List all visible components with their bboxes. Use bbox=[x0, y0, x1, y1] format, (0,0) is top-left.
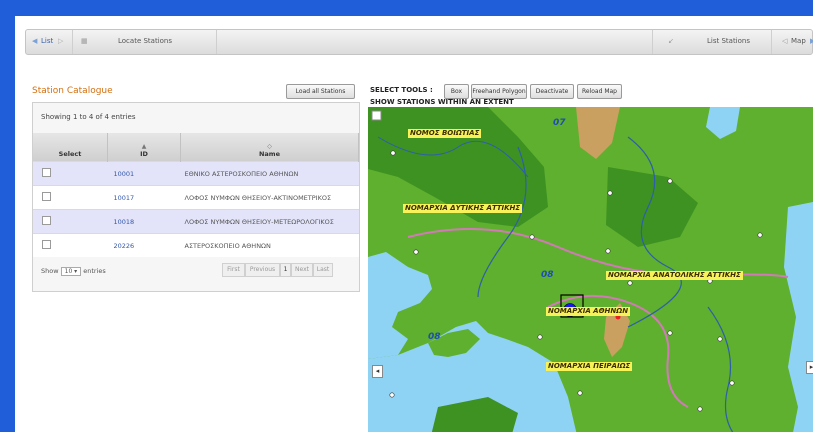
show-label: Show bbox=[41, 267, 59, 275]
column-header-name-label: Name bbox=[258, 150, 280, 158]
station-dot[interactable] bbox=[757, 232, 763, 238]
map-label-athinon: ΝΟΜΑΡΧΙΑ ΑΘΗΝΩΝ bbox=[546, 307, 631, 316]
map-label-peiraios: ΝΟΜΑΡΧΙΑ ΠΕΙΡΑΙΩΣ bbox=[546, 362, 633, 371]
column-header-select-label: Select bbox=[58, 150, 82, 158]
column-header-id[interactable]: ▲ ID bbox=[107, 133, 181, 162]
back-arrow-icon[interactable]: ◀ bbox=[32, 37, 37, 45]
tab-list[interactable]: List bbox=[41, 37, 53, 45]
station-dot[interactable] bbox=[389, 392, 395, 398]
station-dot[interactable] bbox=[577, 390, 583, 396]
map-view[interactable]: ΝΟΜΟΣ ΒΟΙΩΤΙΑΣ ΝΟΜΑΡΧΙΑ ΔΥΤΙΚΗΣ ΑΤΤΙΚΗΣ … bbox=[368, 107, 813, 432]
reload-map-button[interactable]: Reload Map bbox=[577, 84, 622, 99]
map-label-boiotia: ΝΟΜΟΣ ΒΟΙΩΤΙΑΣ bbox=[408, 129, 482, 138]
table-row[interactable]: 10018 ΛΟΦΟΣ ΝΥΜΦΩΝ ΘΗΣΕΙΟΥ-ΜΕΤΕΩΡΟΛΟΓΙΚΟ… bbox=[33, 209, 359, 234]
station-name: ΕΘΝΙΚΟ ΑΣΤΕΡΟΣΚΟΠΕΙΟ ΑΘΗΝΩΝ bbox=[180, 161, 359, 186]
divider bbox=[771, 30, 772, 54]
station-id: 10001 bbox=[107, 161, 181, 186]
chevron-right-icon: ▷ bbox=[58, 37, 64, 45]
column-header-select[interactable]: Select bbox=[33, 133, 108, 162]
station-id: 20226 bbox=[107, 233, 181, 257]
pager-last-button[interactable]: Last bbox=[313, 263, 333, 277]
station-name: ΑΣΤΕΡΟΣΚΟΠΕΙΟ ΑΘΗΝΩΝ bbox=[180, 233, 359, 257]
station-dot[interactable] bbox=[537, 334, 543, 340]
station-id: 10017 bbox=[107, 185, 181, 210]
entries-info: Showing 1 to 4 of 4 entries bbox=[41, 113, 136, 121]
stations-table: Select ▲ ID ◇ Name 10001 ΕΘΝΙΚΟ ΑΣΤΕΡΟΣΚΟΠ… bbox=[33, 133, 359, 257]
deactivate-button[interactable]: Deactivate bbox=[530, 84, 574, 99]
table-row[interactable]: 10017 ΛΟΦΟΣ ΝΥΜΦΩΝ ΘΗΣΕΙΟΥ-ΑΚΤΙΝΟΜΕΤΡΙΚΟ… bbox=[33, 185, 359, 210]
grid-icon[interactable]: ▦ bbox=[81, 37, 88, 45]
station-name: ΛΟΦΟΣ ΝΥΜΦΩΝ ΘΗΣΕΙΟΥ-ΜΕΤΕΩΡΟΛΟΓΙΚΟΣ bbox=[180, 209, 359, 234]
map-label-anatolikis-attikis: ΝΟΜΑΡΧΙΑ ΑΝΑΤΟΛΙΚΗΣ ΑΤΤΙΚΗΣ bbox=[606, 271, 743, 280]
tab-locate-stations[interactable]: Locate Stations bbox=[118, 37, 172, 45]
top-toolbar: ◀ List ▷ ▦ Locate Stations ↙ List Statio… bbox=[25, 29, 813, 55]
map-label-dytikis-attikis: ΝΟΜΑΡΧΙΑ ΔΥΤΙΚΗΣ ΑΤΤΙΚΗΣ bbox=[403, 204, 523, 213]
column-header-name[interactable]: ◇ Name bbox=[180, 133, 359, 162]
road-shield: 07 bbox=[553, 118, 566, 128]
divider bbox=[216, 30, 217, 54]
pager-previous-button[interactable]: Previous bbox=[245, 263, 280, 277]
row-checkbox[interactable] bbox=[42, 192, 51, 201]
select-tools-label: SELECT TOOLS : bbox=[370, 86, 433, 94]
column-header-id-label: ID bbox=[140, 150, 148, 158]
station-dot[interactable] bbox=[697, 406, 703, 412]
station-dot[interactable] bbox=[717, 336, 723, 342]
table-row[interactable]: 10001 ΕΘΝΙΚΟ ΑΣΤΕΡΟΣΚΟΠΕΙΟ ΑΘΗΝΩΝ bbox=[33, 161, 359, 186]
road-shield: 08 bbox=[428, 332, 441, 342]
sort-icon: ▲ bbox=[141, 143, 147, 150]
station-dot[interactable] bbox=[667, 330, 673, 336]
station-dot[interactable] bbox=[607, 190, 613, 196]
station-dot[interactable] bbox=[627, 280, 633, 286]
station-catalogue-panel: Showing 1 to 4 of 4 entries Select ▲ ID ◇… bbox=[32, 102, 360, 292]
station-dot[interactable] bbox=[390, 150, 396, 156]
divider bbox=[72, 30, 73, 54]
table-row[interactable]: 20226 ΑΣΤΕΡΟΣΚΟΠΕΙΟ ΑΘΗΝΩΝ bbox=[33, 233, 359, 257]
station-dot[interactable] bbox=[529, 234, 535, 240]
tab-list-stations[interactable]: List Stations bbox=[707, 37, 750, 45]
row-checkbox[interactable] bbox=[42, 168, 51, 177]
pan-left-icon[interactable]: ◂ bbox=[372, 365, 383, 378]
pager-next-button[interactable]: Next bbox=[291, 263, 313, 277]
station-id: 10018 bbox=[107, 209, 181, 234]
load-all-stations-button[interactable]: Load all Stations bbox=[286, 84, 355, 99]
map-canvas[interactable] bbox=[368, 107, 813, 432]
divider bbox=[652, 30, 653, 54]
row-checkbox[interactable] bbox=[42, 216, 51, 225]
box-select-button[interactable]: Box bbox=[444, 84, 469, 99]
road-shield: 08 bbox=[541, 270, 554, 280]
pointer-icon[interactable]: ↙ bbox=[668, 37, 674, 45]
station-dot[interactable] bbox=[605, 248, 611, 254]
catalogue-title: Station Catalogue bbox=[32, 86, 113, 96]
row-checkbox[interactable] bbox=[42, 240, 51, 249]
station-dot[interactable] bbox=[729, 380, 735, 386]
app-frame: ◀ List ▷ ▦ Locate Stations ↙ List Statio… bbox=[15, 16, 813, 432]
station-name: ΛΟΦΟΣ ΝΥΜΦΩΝ ΘΗΣΕΙΟΥ-ΑΚΤΙΝΟΜΕΤΡΙΚΟΣ bbox=[180, 185, 359, 210]
pager-page-button[interactable]: 1 bbox=[280, 263, 291, 277]
zoom-reset-icon[interactable] bbox=[371, 110, 382, 121]
station-dot[interactable] bbox=[413, 249, 419, 255]
entries-length-control: Show 10 ▾ entries bbox=[41, 267, 106, 276]
tab-map[interactable]: Map bbox=[791, 37, 806, 45]
select-tools-subtitle: SHOW STATIONS WITHIN AN EXTENT bbox=[370, 98, 514, 106]
pager-first-button[interactable]: First bbox=[222, 263, 245, 277]
station-dot[interactable] bbox=[667, 178, 673, 184]
pan-right-icon[interactable]: ▸ bbox=[806, 361, 813, 374]
entries-label: entries bbox=[83, 267, 106, 275]
sort-icon: ◇ bbox=[267, 143, 272, 150]
freehand-polygon-button[interactable]: Freehand Polygon bbox=[471, 84, 527, 99]
chevron-left-icon: ◁ bbox=[782, 37, 788, 45]
entries-select-value: 10 bbox=[64, 268, 73, 275]
entries-select[interactable]: 10 ▾ bbox=[60, 267, 82, 276]
